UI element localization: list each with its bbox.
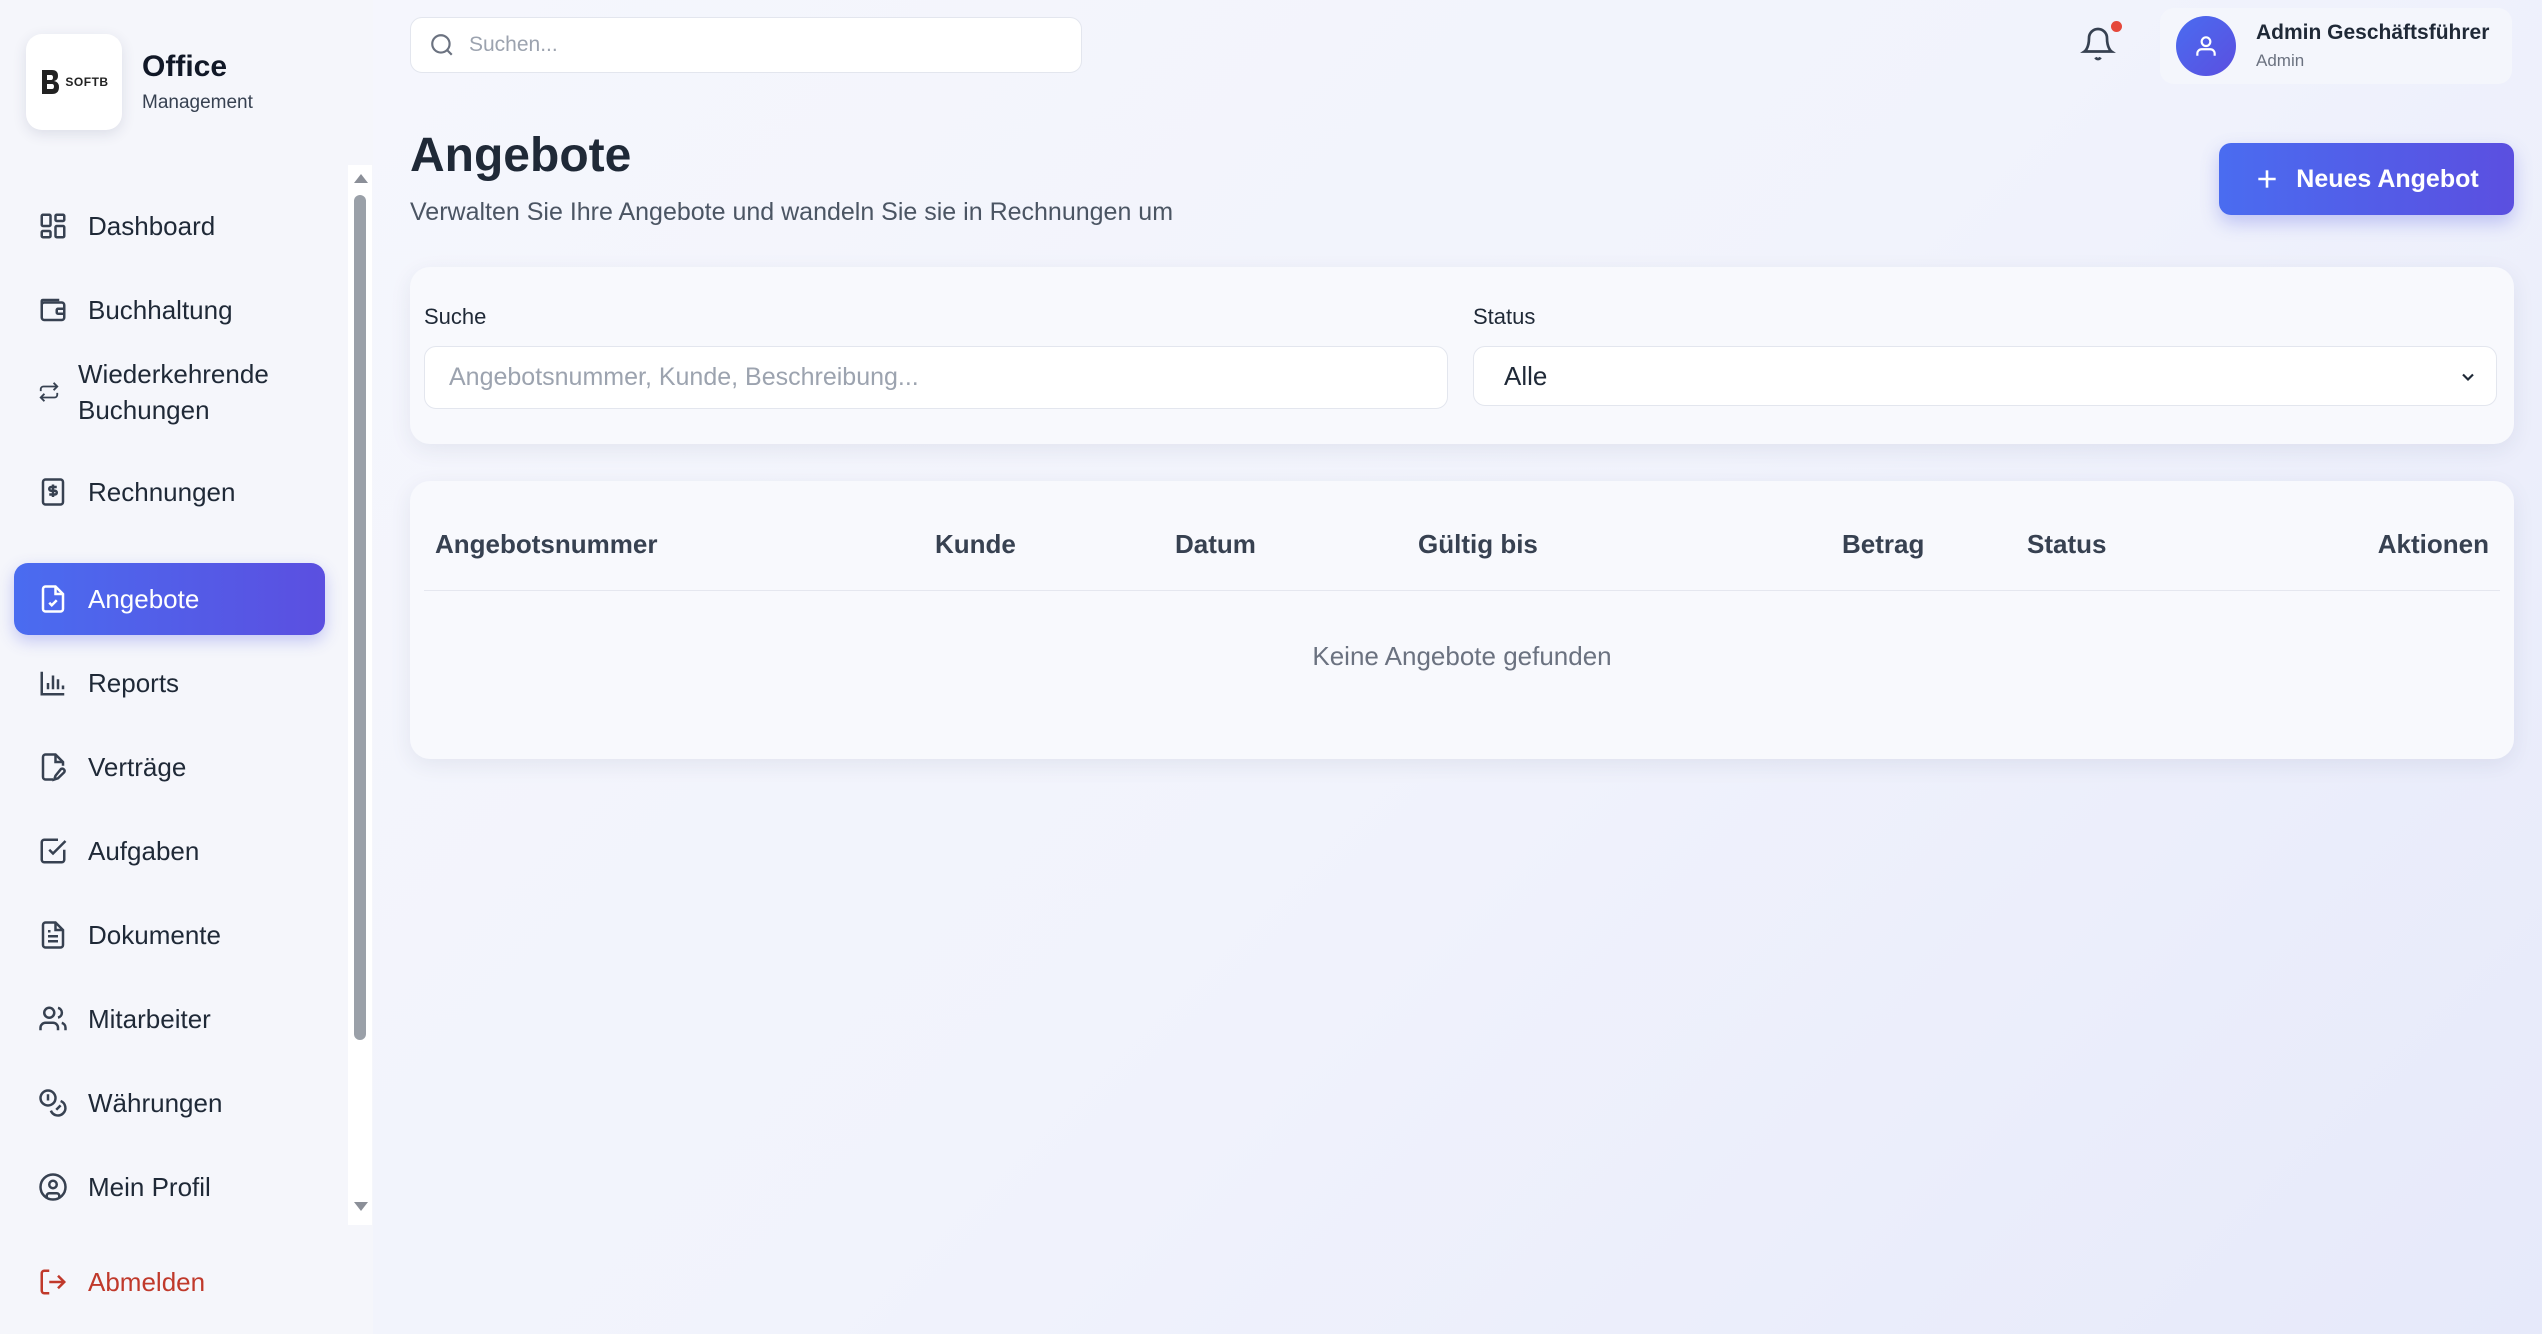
user-circle-icon [39,1173,67,1201]
users-icon [39,1006,67,1031]
column-header-aktionen: Aktionen [2377,529,2489,559]
sidebar-item-aufgaben[interactable]: Aufgaben [14,815,325,887]
scroll-down-arrow-icon[interactable] [354,1202,368,1211]
sidebar-item-label: Dokumente [88,919,221,950]
filter-card: Suche Status Alle [410,267,2514,444]
sidebar-item-angebote[interactable]: Angebote [14,563,325,635]
sidebar-item-dashboard[interactable]: Dashboard [14,190,325,262]
bell-icon[interactable] [2080,26,2116,62]
offer-search-input[interactable] [424,346,1448,409]
logout-button[interactable]: Abmelden [14,1246,325,1318]
logo-text: SOFTB [65,75,109,89]
sidebar-item-label: Reports [88,667,180,698]
sidebar-item-dokumente[interactable]: Dokumente [14,899,325,971]
sidebar-item-rechnungen[interactable]: Rechnungen [14,456,325,528]
bar-chart-icon [40,671,65,696]
wallet-icon [40,298,66,322]
logo-mark-icon [42,70,60,94]
global-search[interactable] [410,17,1082,73]
column-header-angebotsnummer[interactable]: Angebotsnummer [435,531,657,557]
global-search-input[interactable] [469,33,1049,57]
check-square-icon [40,838,67,864]
grid-icon [40,213,66,239]
repeat-icon [39,382,59,402]
sidebar-item-label: Wiederkehrende Buchungen [78,359,269,425]
coins-icon [39,1089,67,1117]
sidebar-item-vertraege[interactable]: Verträge [14,731,325,803]
column-header-betrag[interactable]: Betrag [1842,531,1924,557]
empty-state-message: Keine Angebote gefunden [1312,641,1612,671]
page-subtitle: Verwalten Sie Ihre Angebote und wandeln … [410,198,1174,226]
logout-icon [40,1269,67,1295]
sidebar-item-label: Mitarbeiter [88,1003,211,1034]
sidebar-item-buchhaltung[interactable]: Buchhaltung [14,274,325,346]
scroll-up-arrow-icon[interactable] [354,174,368,183]
status-filter-label: Status [1473,304,1536,329]
notification-dot [2111,21,2122,32]
file-edit-icon [41,753,66,782]
user-name: Admin Geschäftsführer [2256,21,2490,44]
scroll-thumb[interactable] [354,195,366,1040]
offers-table: Angebotsnummer Kunde Datum Gültig bis Be… [410,481,2514,759]
user-icon [2196,36,2216,56]
invoice-icon [41,478,65,506]
sidebar-item-wiederkehrende-buchungen[interactable]: Wiederkehrende Buchungen [14,347,325,437]
brand-title: Office [142,50,228,83]
status-select-value: Alle [1504,360,1548,391]
sidebar-item-waehrungen[interactable]: Währungen [14,1067,325,1139]
status-select[interactable]: Alle [1473,346,2497,406]
column-header-kunde[interactable]: Kunde [935,531,1016,557]
logout-label: Abmelden [88,1266,206,1297]
new-offer-label: Neues Angebot [2296,164,2479,193]
sidebar-item-mein-profil[interactable]: Mein Profil [14,1151,325,1223]
sidebar-item-label: Währungen [88,1087,223,1118]
table-header: Angebotsnummer Kunde Datum Gültig bis Be… [424,531,2500,591]
sidebar-item-label: Dashboard [88,210,216,241]
brand[interactable]: SOFTB Office Management [26,34,253,130]
column-header-datum[interactable]: Datum [1175,531,1256,557]
sidebar: SOFTB Office Management Dashboard Buchha… [0,0,373,1334]
sidebar-item-label: Verträge [88,751,187,782]
sidebar-item-label: Rechnungen [88,476,236,507]
sidebar-item-reports[interactable]: Reports [14,647,325,719]
brand-subtitle: Management [142,92,253,113]
sidebar-item-label: Mein Profil [88,1171,211,1202]
user-role: Admin [2256,51,2305,70]
column-header-status[interactable]: Status [2027,531,2106,557]
plus-icon [2258,170,2276,188]
new-offer-button[interactable]: Neues Angebot [2219,143,2514,215]
sidebar-scrollbar[interactable] [348,165,372,1225]
file-text-icon [41,921,65,949]
search-filter-label: Suche [424,304,487,329]
user-menu[interactable]: Admin Geschäftsführer Admin [2160,8,2512,84]
sidebar-item-label: Aufgaben [88,835,200,866]
sidebar-item-mitarbeiter[interactable]: Mitarbeiter [14,983,325,1055]
search-icon [431,34,453,56]
file-check-icon [41,585,65,613]
brand-logo: SOFTB [26,34,122,130]
sidebar-item-label: Angebote [88,583,200,614]
avatar [2176,16,2236,76]
sidebar-nav: Dashboard Buchhaltung Wiederkehrende Buc… [0,165,373,1225]
page-title: Angebote [410,129,632,182]
chevron-down-icon [2462,373,2474,382]
column-header-gueltig-bis[interactable]: Gültig bis [1418,531,1538,557]
sidebar-item-label: Buchhaltung [88,294,233,325]
